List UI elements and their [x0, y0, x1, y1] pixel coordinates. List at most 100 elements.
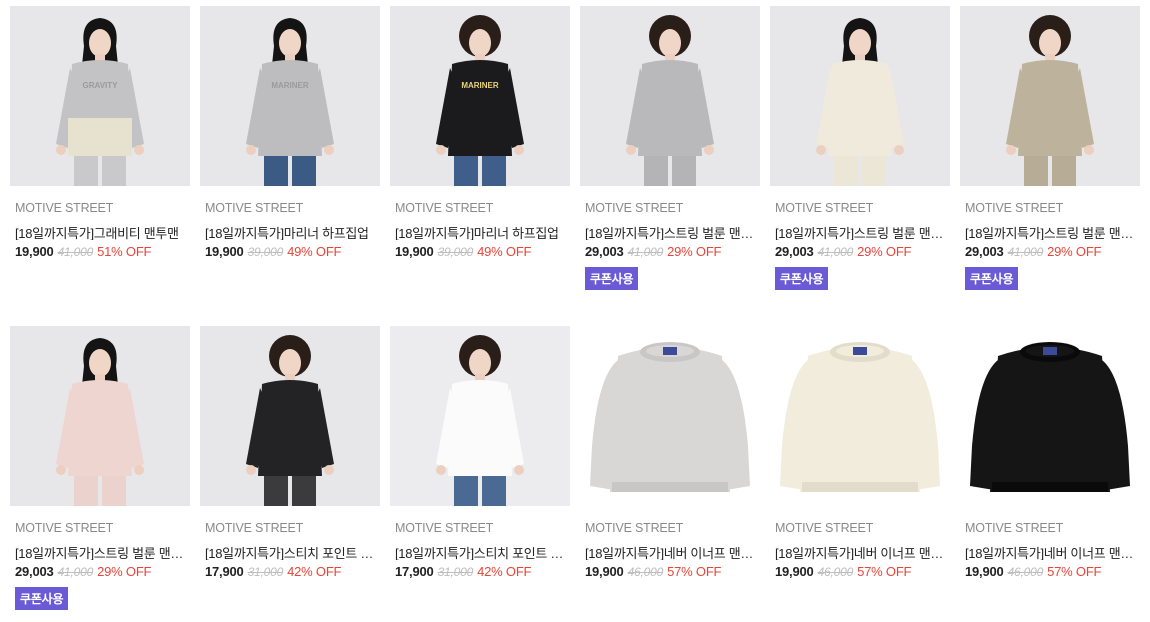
product-card[interactable]: MOTIVE STREET [18일까지특가]스트링 벌룬 맨투맨 29,003 41…	[770, 6, 950, 290]
product-image[interactable]: MARINER	[390, 6, 570, 186]
sale-price: 19,900	[965, 564, 1004, 579]
product-illustration: GRAVITY	[10, 6, 190, 186]
pants-right	[102, 476, 126, 506]
sale-price: 19,900	[15, 244, 54, 259]
product-image[interactable]: GRAVITY	[10, 6, 190, 186]
hem-rib	[802, 482, 918, 492]
product-brand[interactable]: MOTIVE STREET	[10, 521, 190, 537]
hand-right	[514, 145, 524, 155]
product-illustration	[770, 326, 950, 506]
product-title[interactable]: [18일까지특가]마리너 하프집업	[390, 223, 565, 240]
product-illustration: MARINER	[390, 6, 570, 186]
product-title[interactable]: [18일까지특가]네버 이너프 맨투맨	[770, 543, 945, 560]
product-title[interactable]: [18일까지특가]마리너 하프집업	[200, 223, 375, 240]
product-brand[interactable]: MOTIVE STREET	[200, 521, 380, 537]
discount-rate: 49% OFF	[477, 244, 532, 259]
original-price: 46,000	[1007, 565, 1044, 579]
product-image[interactable]	[10, 326, 190, 506]
hand-right	[324, 465, 334, 475]
sale-price: 17,900	[395, 564, 434, 579]
product-grid: GRAVITY MOTIVE STREET [18일까지특가]그래비티 맨투맨 19,…	[0, 0, 1150, 622]
product-image[interactable]	[770, 326, 950, 506]
original-price: 31,000	[437, 565, 474, 579]
coupon-badge: 쿠폰사용	[775, 267, 829, 290]
product-title[interactable]: [18일까지특가]스트링 벌룬 맨투맨	[10, 543, 185, 560]
product-brand[interactable]: MOTIVE STREET	[580, 521, 760, 537]
product-title[interactable]: [18일까지특가]스트링 벌룬 맨투맨	[580, 223, 755, 240]
sale-price: 29,003	[585, 244, 624, 259]
torso-shape	[828, 60, 892, 156]
product-brand[interactable]: MOTIVE STREET	[390, 201, 570, 217]
product-image[interactable]	[960, 6, 1140, 186]
product-image[interactable]: MARINER	[200, 6, 380, 186]
product-brand[interactable]: MOTIVE STREET	[390, 521, 570, 537]
product-title[interactable]: [18일까지특가]스트링 벌룬 맨투맨	[960, 223, 1135, 240]
product-image[interactable]	[580, 6, 760, 186]
product-title[interactable]: [18일까지특가]스티치 포인트 맨투맨	[390, 543, 565, 560]
product-title[interactable]: [18일까지특가]네버 이너프 맨투맨	[580, 543, 755, 560]
original-price: 41,000	[57, 245, 94, 259]
product-card[interactable]: MOTIVE STREET [18일까지특가]네버 이너프 맨투맨 19,900 46…	[960, 326, 1140, 581]
hand-left	[1006, 145, 1016, 155]
product-title[interactable]: [18일까지특가]그래비티 맨투맨	[10, 223, 185, 240]
torso-shape	[610, 347, 730, 492]
product-illustration	[580, 326, 760, 506]
product-brand[interactable]: MOTIVE STREET	[960, 521, 1140, 537]
pants-right	[1052, 156, 1076, 186]
face-shape	[89, 349, 111, 377]
product-brand[interactable]: MOTIVE STREET	[770, 201, 950, 217]
product-illustration	[390, 326, 570, 506]
pants-left	[454, 156, 478, 186]
product-brand[interactable]: MOTIVE STREET	[10, 201, 190, 217]
price-row: 19,900 39,000 49% OFF	[200, 244, 380, 261]
sale-price: 19,900	[775, 564, 814, 579]
product-card[interactable]: MOTIVE STREET [18일까지특가]스티치 포인트 맨투맨 17,9003…	[390, 326, 570, 581]
brand-label	[663, 347, 677, 355]
price-row: 29,003 41,000 29% OFF	[960, 244, 1140, 261]
product-card[interactable]: GRAVITY MOTIVE STREET [18일까지특가]그래비티 맨투맨 19,…	[10, 6, 190, 261]
pants-left	[264, 476, 288, 506]
product-card[interactable]: MOTIVE STREET [18일까지특가]네버 이너프 맨투맨 19,900 46…	[580, 326, 760, 581]
discount-rate: 57% OFF	[857, 564, 912, 579]
product-card[interactable]: MOTIVE STREET [18일까지특가]스트링 벌룬 맨투맨 29,003 41…	[580, 6, 760, 290]
product-brand[interactable]: MOTIVE STREET	[200, 201, 380, 217]
product-image[interactable]	[960, 326, 1140, 506]
discount-rate: 49% OFF	[287, 244, 342, 259]
price-row: 29,003 41,000 29% OFF	[10, 564, 190, 581]
original-price: 46,000	[627, 565, 664, 579]
price-row: 17,900 31,000 42% OFF	[390, 564, 570, 581]
hand-right	[894, 145, 904, 155]
product-card[interactable]: MOTIVE STREET [18일까지특가]네버 이너프 맨투맨 19,900 46…	[770, 326, 950, 581]
product-brand[interactable]: MOTIVE STREET	[770, 521, 950, 537]
pants-right	[292, 476, 316, 506]
pants-left	[74, 156, 98, 186]
print-text: MARINER	[461, 81, 499, 90]
hand-left	[56, 465, 66, 475]
torso-shape	[1018, 60, 1082, 156]
product-card[interactable]: MARINER MOTIVE STREET [18일까지특가]마리너 하프집업 19,…	[200, 6, 380, 261]
product-image[interactable]	[390, 326, 570, 506]
hand-left	[436, 465, 446, 475]
product-card[interactable]: MOTIVE STREET [18일까지특가]스트링 벌룬 맨투맨 29,003 41…	[960, 6, 1140, 290]
sale-price: 19,900	[585, 564, 624, 579]
product-image[interactable]	[200, 326, 380, 506]
brand-label	[1043, 347, 1057, 355]
product-image[interactable]	[580, 326, 760, 506]
product-brand[interactable]: MOTIVE STREET	[580, 201, 760, 217]
product-card[interactable]: MOTIVE STREET [18일까지특가]스티치 포인트 맨투맨 17,9003…	[200, 326, 380, 581]
hand-right	[324, 145, 334, 155]
product-card[interactable]: MARINER MOTIVE STREET [18일까지특가]마리너 하프집업 19,…	[390, 6, 570, 261]
product-title[interactable]: [18일까지특가]스트링 벌룬 맨투맨	[770, 223, 945, 240]
pants-left	[264, 156, 288, 186]
product-image[interactable]	[770, 6, 950, 186]
hand-left	[816, 145, 826, 155]
original-price: 41,000	[627, 245, 664, 259]
discount-rate: 57% OFF	[1047, 564, 1102, 579]
product-title[interactable]: [18일까지특가]스티치 포인트 맨투맨	[200, 543, 375, 560]
product-illustration: MARINER	[200, 6, 380, 186]
product-title[interactable]: [18일까지특가]네버 이너프 맨투맨	[960, 543, 1135, 560]
product-card[interactable]: MOTIVE STREET [18일까지특가]스트링 벌룬 맨투맨 29,003 41…	[10, 326, 190, 610]
original-price: 31,000	[247, 565, 284, 579]
coupon-badge: 쿠폰사용	[965, 267, 1019, 290]
product-brand[interactable]: MOTIVE STREET	[960, 201, 1140, 217]
